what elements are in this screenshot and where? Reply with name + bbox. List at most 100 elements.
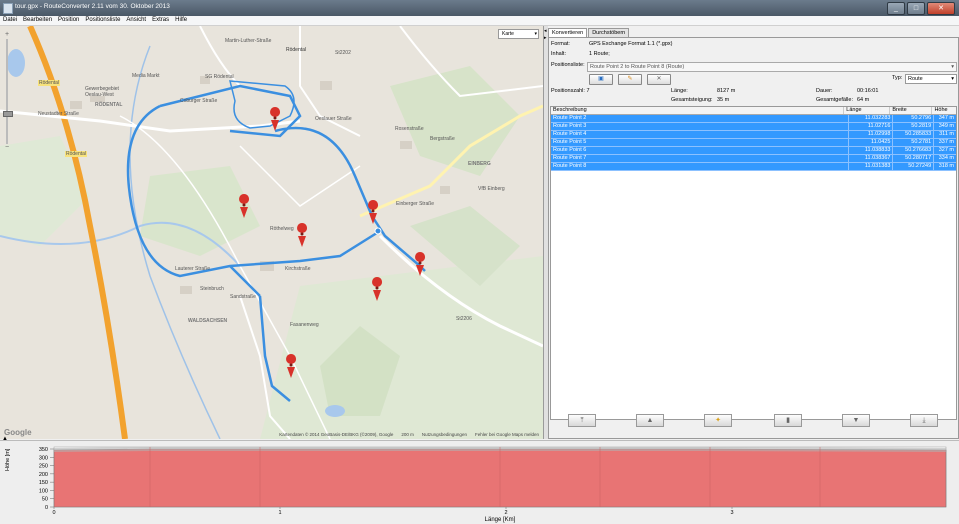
trash-icon: ▮	[786, 417, 790, 424]
zoom-slider[interactable]	[3, 39, 13, 144]
table-header: Beschreibung Länge Breite Höhe	[551, 107, 956, 115]
move-bottom-icon: ⤓	[922, 417, 926, 424]
move-to-top-button[interactable]: ⤒	[568, 414, 596, 427]
move-down-button[interactable]: ▼	[842, 414, 870, 427]
zoom-in-icon[interactable]: +	[3, 31, 11, 39]
map-terms-link[interactable]: Nutzungsbedingungen	[422, 432, 467, 437]
poslist-select[interactable]: Route Point 2 to Route Point 8 (Route) ▾	[587, 62, 957, 72]
map-copyright: Kartendaten © 2014 GeoBasis-DE/BKG (©200…	[279, 432, 394, 437]
ascent-label: Gesamtsteigung:	[671, 97, 713, 103]
collapse-left-icon[interactable]: ◂	[544, 28, 547, 34]
map-label: Media Markt	[132, 73, 160, 79]
delete-position-button[interactable]: ▮	[774, 414, 802, 427]
cell-elevation: 311 m	[933, 131, 956, 138]
menu-datei[interactable]: Datei	[0, 16, 20, 25]
convert-tab-body: Format: GPS Exchange Format 1.1 (*.gpx) I…	[548, 37, 959, 439]
title-bar: tour.gpx - RouteConverter 2.11 vom 30. O…	[0, 0, 959, 16]
x-tick-label: 1	[278, 510, 281, 516]
count-label: Positionszahl:	[551, 88, 585, 94]
menu-position[interactable]: Position	[55, 16, 82, 25]
type-label: Typ:	[892, 75, 903, 81]
table-row[interactable]: Route Point 8 11.031383 50.27249 318 m	[551, 163, 956, 171]
map-label: St2202	[335, 50, 351, 56]
menu-hilfe[interactable]: Hilfe	[172, 16, 190, 25]
cell-description: Route Point 6	[553, 147, 587, 153]
cell-elevation: 347 m	[933, 115, 956, 122]
y-tick-label: 250	[39, 464, 48, 470]
tab-konvertieren[interactable]: Konvertieren	[548, 28, 588, 37]
x-tick-label: 0	[52, 510, 55, 516]
cell-longitude: 11.0425	[847, 139, 893, 146]
duration-label: Dauer:	[816, 88, 833, 94]
cell-latitude: 50.285833	[892, 131, 933, 138]
map-label: WALDSACHSEN	[188, 318, 228, 324]
menu-bearbeiten[interactable]: Bearbeiten	[20, 16, 55, 25]
cell-elevation: 349 m	[933, 123, 956, 130]
menu-bar: Datei Bearbeiten Position Positionsliste…	[0, 16, 959, 26]
map-label: RÖDENTAL	[95, 102, 123, 108]
cell-longitude: 11.031383	[847, 163, 893, 170]
map-label: Rödental	[65, 151, 88, 157]
table-row[interactable]: Route Point 5 11.0425 50.2781 337 m	[551, 139, 956, 147]
cell-elevation: 337 m	[933, 139, 956, 146]
zoom-slider-handle[interactable]	[3, 111, 13, 117]
map-label: Oeslauer Straße	[315, 116, 352, 122]
length-value: 8127 m	[717, 88, 736, 94]
map-report-link[interactable]: Fehler bei Google Maps melden	[475, 432, 539, 437]
y-tick-label: 0	[45, 505, 48, 511]
rename-button[interactable]: ✎	[618, 74, 642, 85]
cell-description: Route Point 5	[553, 139, 587, 145]
positions-table[interactable]: Beschreibung Länge Breite Höhe Route Poi…	[550, 106, 957, 420]
table-row[interactable]: Route Point 3 11.02716 50.2819 349 m	[551, 123, 956, 131]
map-type-select[interactable]: Karte ▾	[498, 29, 539, 39]
header-longitude[interactable]: Länge	[843, 107, 889, 114]
map-label: SG Rödental	[205, 74, 234, 80]
menu-ansicht[interactable]: Ansicht	[123, 16, 149, 25]
position-nav-bar: ⤒ ▲ ✦ ▮ ▼ ⤓	[548, 412, 959, 427]
map-label: Gewerbegebiet Oeslau-West	[85, 86, 119, 98]
table-row[interactable]: Route Point 2 11.032283 50.2796 347 m	[551, 115, 956, 123]
map-canvas[interactable]	[0, 26, 543, 439]
content-label: Inhalt:	[551, 51, 566, 57]
collapse-right-icon[interactable]: ▸	[544, 35, 547, 41]
descent-label: Gesamtgefälle:	[816, 97, 853, 103]
header-elevation[interactable]: Höhe	[931, 107, 956, 114]
map-scale: 200 m	[401, 432, 414, 437]
table-row[interactable]: Route Point 7 11.038367 50.280717 334 m	[551, 155, 956, 163]
table-row[interactable]: Route Point 6 11.038833 50.276683 327 m	[551, 147, 956, 155]
map-label: Rödental	[38, 80, 61, 86]
google-logo: Google	[4, 428, 32, 437]
map-view[interactable]: Rödental Media Markt Gewerbegebiet Oesla…	[0, 26, 544, 439]
move-up-button[interactable]: ▲	[636, 414, 664, 427]
header-latitude[interactable]: Breite	[889, 107, 931, 114]
table-row[interactable]: Route Point 4 11.02998 50.285833 311 m	[551, 131, 956, 139]
move-to-bottom-button[interactable]: ⤓	[910, 414, 938, 427]
map-label: Sandstraße	[230, 294, 256, 300]
poslist-label: Positionsliste:	[551, 62, 585, 68]
tab-durchstoebern[interactable]: Durchstöbern	[588, 28, 630, 37]
map-footer: Kartendaten © 2014 GeoBasis-DE/BKG (©200…	[279, 432, 539, 437]
delete-button[interactable]: ✕	[647, 74, 671, 85]
y-tick-label: 100	[39, 488, 48, 494]
elevation-profile[interactable]: 350 300 250 200 150 100 50 0 0 1 2 3 Länge [Km] Hö…	[0, 440, 959, 524]
x-tick-label: 3	[730, 510, 733, 516]
maximize-button[interactable]: □	[907, 2, 925, 15]
menu-extras[interactable]: Extras	[149, 16, 172, 25]
star-icon: ✦	[715, 417, 721, 424]
minimize-button[interactable]: _	[887, 2, 905, 15]
chevron-down-icon: ▾	[951, 76, 954, 82]
type-select[interactable]: Route ▾	[905, 74, 957, 84]
cell-latitude: 50.2781	[892, 139, 933, 146]
count-value: 7	[586, 88, 590, 94]
header-description[interactable]: Beschreibung	[551, 107, 843, 114]
save-button[interactable]: ▣	[589, 74, 613, 85]
add-position-button[interactable]: ✦	[704, 414, 732, 427]
close-button[interactable]: ✕	[927, 2, 955, 15]
zoom-control: + −	[3, 31, 13, 152]
arrow-down-icon: ▼	[852, 417, 860, 424]
map-label: Kirchstraße	[285, 266, 311, 272]
y-axis-label: Höhe [m]	[5, 448, 11, 471]
map-label: Rödental	[286, 47, 307, 53]
zoom-out-icon[interactable]: −	[3, 144, 11, 152]
menu-positionsliste[interactable]: Positionsliste	[82, 16, 123, 25]
